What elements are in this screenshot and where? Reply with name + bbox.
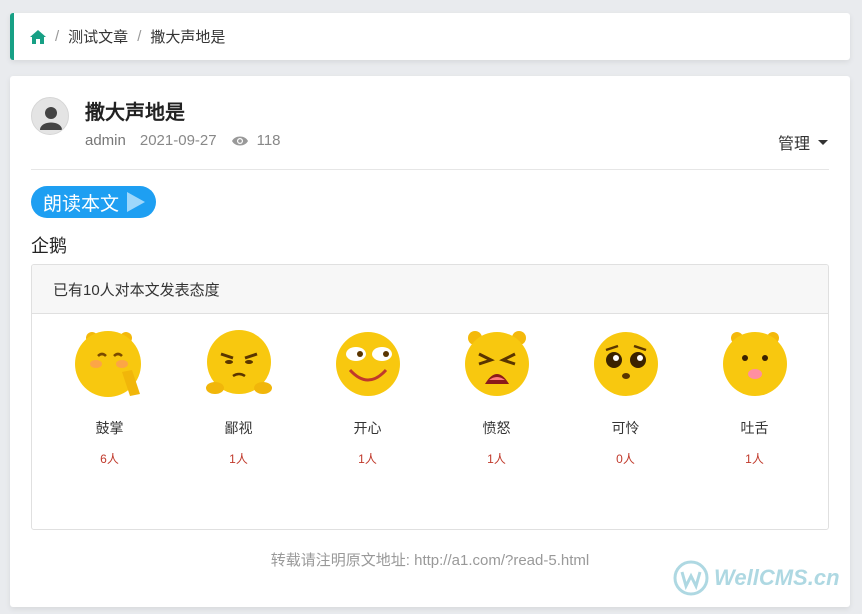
reaction-count: 1人 [745,452,764,466]
breadcrumb-separator: / [137,28,142,45]
reaction-count: 0人 [616,452,635,466]
breadcrumb-item-current: 撒大声地是 [150,29,226,46]
disdain-emoji-icon [205,330,272,394]
reaction-count: 1人 [487,452,506,466]
pitiful-emoji-icon [593,332,658,396]
watermark: WellCMS.cn [672,559,840,597]
breadcrumb: / 测试文章 / 撒大声地是 [10,13,850,60]
happy-emoji-icon [335,332,400,396]
reaction-count: 1人 [358,452,377,466]
reaction-count: 1人 [229,452,248,466]
article-content: 企鹅 [31,236,67,256]
watermark-text: WellCMS.cn [714,565,840,590]
reaction-clap[interactable]: 鼓掌 6人 [45,324,174,467]
read-aloud-button[interactable]: 朗读本文 [31,186,156,218]
article-author[interactable]: admin [85,132,126,149]
caret-down-icon [818,139,828,145]
reaction-label: 开心 [353,420,382,436]
breadcrumb-separator: / [55,28,60,45]
manage-label: 管理 [777,136,810,153]
reaction-count: 6人 [100,452,119,466]
manage-dropdown[interactable]: 管理 [778,130,828,154]
article-views: 118 [256,132,281,149]
home-icon[interactable] [30,29,46,44]
reaction-panel-header: 已有10人对本文发表态度 [32,265,828,314]
reaction-angry[interactable]: 愤怒 1人 [432,324,561,467]
reaction-list: 鼓掌 6人 鄙视 1人 开心 1人 愤怒 1人 可怜 0人 吐舌 1人 [32,314,828,529]
divider [31,169,829,170]
reaction-label: 鼓掌 [95,420,124,436]
user-icon [40,107,62,130]
article-title: 撒大声地是 [85,102,185,124]
play-icon [127,192,146,212]
reaction-pitiful[interactable]: 可怜 0人 [561,324,690,467]
reaction-label: 吐舌 [740,420,769,436]
reaction-label: 愤怒 [482,420,511,436]
eye-icon [231,136,248,145]
tongue-emoji-icon [722,332,787,396]
reaction-tongue[interactable]: 吐舌 1人 [690,324,819,467]
avatar[interactable] [31,97,69,135]
reaction-panel: 已有10人对本文发表态度 鼓掌 6人 鄙视 1人 开心 1人 愤怒 1人 可怜 … [31,264,829,530]
article-card: 撒大声地是 admin 2021-09-27 118 管理 朗读本文 企鹅 已有… [10,76,850,607]
reaction-label: 可怜 [611,420,640,436]
article-date: 2021-09-27 [139,132,217,149]
reaction-happy[interactable]: 开心 1人 [303,324,432,467]
breadcrumb-item-category[interactable]: 测试文章 [68,26,128,47]
clap-emoji-icon [74,331,141,397]
reaction-disdain[interactable]: 鄙视 1人 [174,324,303,467]
wellcms-logo-icon [673,560,709,596]
article-meta: admin 2021-09-27 118 [85,132,281,149]
read-aloud-label: 朗读本文 [43,193,120,215]
reaction-label: 鄙视 [224,420,253,436]
angry-emoji-icon [464,331,529,396]
